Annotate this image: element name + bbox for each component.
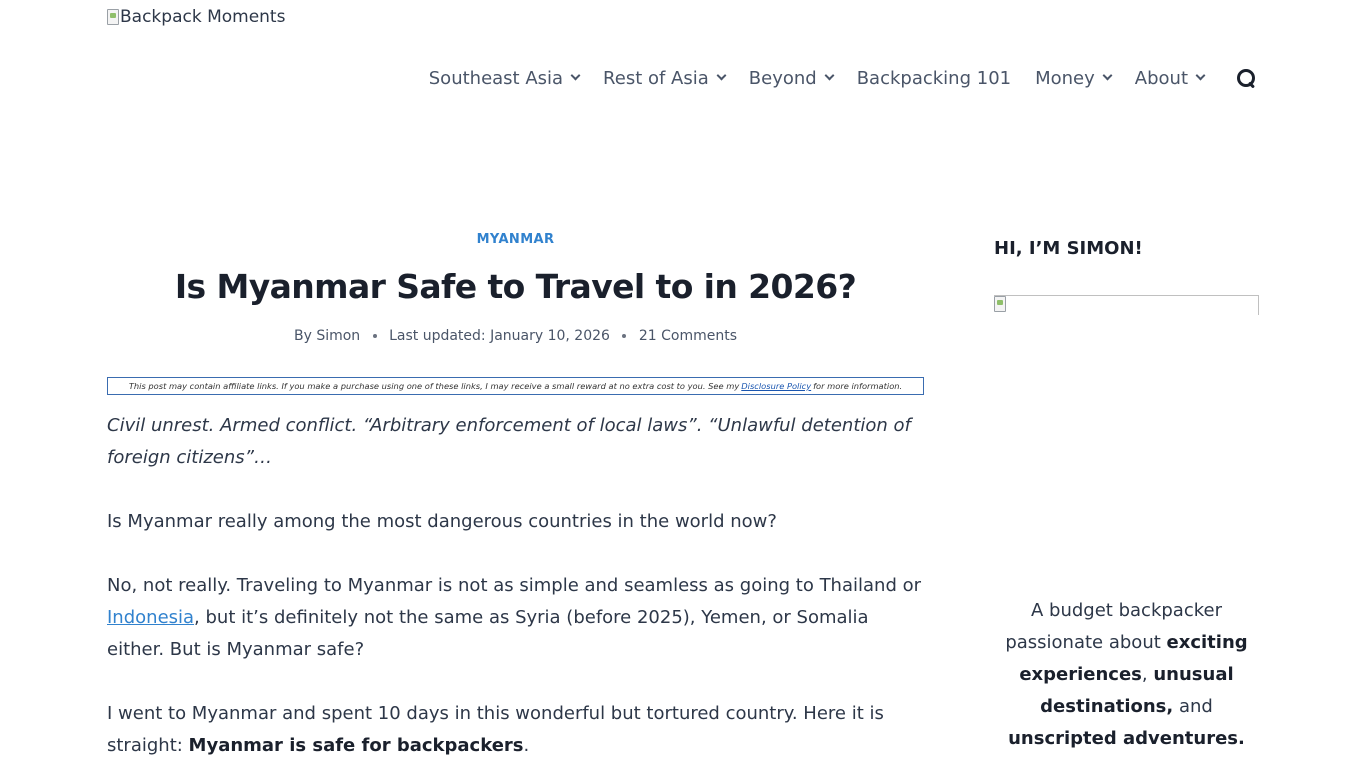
search-icon[interactable] <box>1236 68 1256 88</box>
trip-text-end: . <box>523 735 530 756</box>
answer-paragraph: No, not really. Traveling to Myanmar is … <box>107 570 924 666</box>
nav-label: About <box>1134 67 1188 89</box>
nav-item-beyond[interactable]: Beyond <box>748 67 835 89</box>
article-title: Is Myanmar Safe to Travel to in 2026? <box>174 267 857 306</box>
indonesia-link[interactable]: Indonesia <box>107 607 194 628</box>
separator-dot <box>372 334 377 338</box>
sidebar-title: HI, I’M SIMON! <box>994 238 1143 259</box>
bio-text: , <box>1141 664 1154 685</box>
bio-text: and <box>1173 696 1213 717</box>
chevron-down-icon <box>570 70 581 81</box>
article: MYANMAR Is Myanmar Safe to Travel to in … <box>107 232 924 762</box>
broken-image-icon <box>994 296 1006 312</box>
chevron-down-icon <box>1102 70 1113 81</box>
sidebar: HI, I’M SIMON! A budget backpacker passi… <box>994 238 1259 755</box>
intro-paragraph: Civil unrest. Armed conflict. “Arbitrary… <box>107 415 911 468</box>
disclosure-policy-link[interactable]: Disclosure Policy <box>741 381 811 391</box>
author-photo <box>994 295 1259 315</box>
disclosure-text: This post may contain affiliate links. I… <box>128 381 740 391</box>
nav-label: Money <box>1035 67 1095 89</box>
answer-text-end: , but it’s definitely not the same as Sy… <box>107 607 869 660</box>
author-link[interactable]: Simon <box>316 328 360 344</box>
separator-dot <box>622 334 627 338</box>
trip-bold-text: Myanmar is safe for backpackers <box>188 735 524 756</box>
chevron-down-icon <box>824 70 835 81</box>
last-updated: Last updated: January 10, 2026 <box>389 328 610 344</box>
bio-bold: unscripted adventures. <box>1008 728 1245 749</box>
article-body: Civil unrest. Armed conflict. “Arbitrary… <box>107 410 924 762</box>
chevron-down-icon <box>716 70 727 81</box>
question-paragraph: Is Myanmar really among the most dangero… <box>107 511 777 532</box>
site-logo[interactable]: Backpack Moments <box>107 3 285 31</box>
nav-item-southeast-asia[interactable]: Southeast Asia <box>428 67 581 89</box>
answer-text: No, not really. Traveling to Myanmar is … <box>107 575 921 596</box>
logo-alt-text: Backpack Moments <box>120 7 286 27</box>
nav-item-rest-of-asia[interactable]: Rest of Asia <box>603 67 727 89</box>
article-meta: By Simon Last updated: January 10, 2026 … <box>107 328 924 344</box>
chevron-down-icon <box>1195 70 1206 81</box>
nav-item-backpacking-101[interactable]: Backpacking 101 <box>857 68 1011 89</box>
main-nav: Southeast Asia Rest of Asia Beyond Backp… <box>429 62 1256 94</box>
nav-label: Southeast Asia <box>428 67 564 89</box>
author-bio: A budget backpacker passionate about exc… <box>994 595 1259 755</box>
nav-label: Beyond <box>748 67 817 89</box>
meta-by: By <box>293 328 312 344</box>
broken-image-icon <box>107 9 119 25</box>
nav-item-about[interactable]: About <box>1134 67 1206 89</box>
disclosure-text-end: for more information. <box>813 381 903 391</box>
nav-label: Rest of Asia <box>603 67 709 89</box>
affiliate-disclosure: This post may contain affiliate links. I… <box>107 377 924 395</box>
nav-item-money[interactable]: Money <box>1035 67 1113 89</box>
category-link[interactable]: MYANMAR <box>107 232 924 247</box>
trip-paragraph: I went to Myanmar and spent 10 days in t… <box>107 698 924 762</box>
comments-link[interactable]: 21 Comments <box>639 328 737 344</box>
nav-label: Backpacking 101 <box>856 67 1012 89</box>
